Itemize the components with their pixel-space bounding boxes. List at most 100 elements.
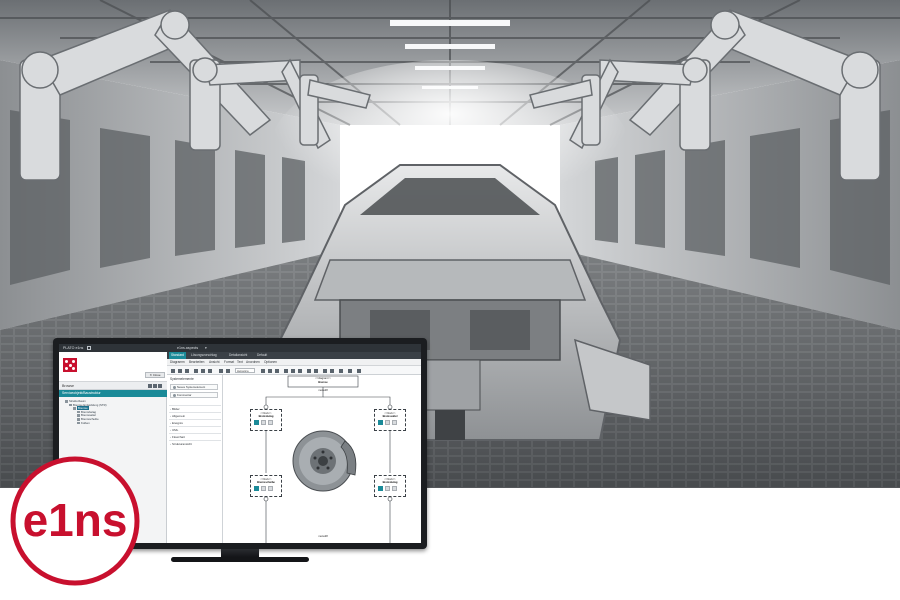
plus-icon	[172, 386, 176, 390]
menu-bearbeiten[interactable]: Bearbeiten	[189, 359, 204, 366]
font-select[interactable]: Helvetica	[235, 368, 255, 373]
folder-icon	[77, 414, 80, 417]
zoom-in-icon[interactable]	[201, 368, 205, 373]
italic-icon[interactable]	[226, 368, 230, 373]
zoom-out-icon[interactable]	[208, 368, 212, 373]
properties-icon[interactable]	[261, 420, 266, 425]
fill-color-icon[interactable]	[291, 368, 295, 373]
menu-bar: Diagramm Bearbeiten Ansicht Format Text …	[167, 359, 421, 366]
menu-ansicht[interactable]: Ansicht	[209, 359, 219, 366]
divider	[169, 405, 221, 406]
text-format-icon[interactable]	[268, 368, 272, 373]
panel-actions	[148, 384, 164, 388]
waypoint-icon[interactable]	[339, 368, 343, 373]
logo-text: e1ns	[23, 494, 128, 546]
apps-grid-icon[interactable]	[87, 346, 91, 350]
properties-icon[interactable]	[385, 486, 390, 491]
monitor-base	[171, 557, 309, 562]
plus-icon	[172, 394, 176, 398]
properties-icon[interactable]	[268, 420, 273, 425]
divider	[169, 433, 221, 434]
menu-text[interactable]: Text	[237, 359, 243, 366]
close-icon[interactable]	[378, 486, 383, 491]
tab-loesungsvorschlag[interactable]: Lösungsvorschlag	[189, 352, 219, 359]
marketing-banner: PLATO e1ns e1ns.aspects ▾ ✕ Close Browse…	[0, 0, 900, 600]
line-color-icon[interactable]	[298, 368, 302, 373]
app-top-bar: PLATO e1ns e1ns.aspects ▾	[59, 344, 421, 352]
properties-icon[interactable]	[392, 486, 397, 491]
tab-standard[interactable]: Standard	[169, 352, 186, 359]
root-name: Bremse	[318, 381, 328, 384]
undo-icon[interactable]	[171, 368, 175, 373]
shadow-icon[interactable]	[307, 368, 311, 373]
panel-title: Browse	[62, 384, 74, 388]
port-label-bottom: menu28	[318, 535, 328, 538]
diagram-connectors	[263, 375, 393, 543]
folder-icon	[73, 407, 76, 410]
fit-page-icon[interactable]	[194, 368, 198, 373]
divider	[169, 419, 221, 420]
diagram-canvas[interactable]: <<diagram>> Bremse menu28 <<block>> Brem…	[223, 375, 421, 543]
arrow-left-icon[interactable]	[323, 368, 327, 373]
close-icon[interactable]	[254, 420, 259, 425]
redo-icon[interactable]	[178, 368, 182, 373]
panel-header: Browse	[59, 382, 167, 390]
tree-item-label: Kolben	[81, 420, 90, 425]
close-icon[interactable]	[254, 486, 259, 491]
toolbar: Helvetica	[167, 366, 421, 375]
close-icon[interactable]	[378, 420, 383, 425]
palette-header: Systemelemente	[170, 377, 194, 381]
comment-button[interactable]: Kommentar	[170, 392, 218, 398]
comment-label: Kommentar	[177, 393, 192, 397]
category-strukturansicht[interactable]: Strukturansicht	[170, 442, 192, 446]
category-ereignis[interactable]: Ereignis	[170, 421, 183, 425]
document-title[interactable]: e1ns.aspects	[177, 344, 198, 352]
underline-icon[interactable]	[284, 368, 288, 373]
list-icon[interactable]	[275, 368, 279, 373]
diagram-block[interactable]: <<block>> Bremsscheibe	[250, 475, 282, 497]
logo-area: ✕ Close	[59, 352, 167, 382]
e1ns-app-logo-icon	[63, 358, 77, 372]
diagram-block[interactable]: <<block>> Bremsbelag	[374, 475, 406, 497]
properties-icon[interactable]	[261, 486, 266, 491]
properties-icon[interactable]	[392, 420, 397, 425]
text-align-icon[interactable]	[261, 368, 265, 373]
port-label-top: menu28	[318, 389, 328, 392]
plus-icon[interactable]	[348, 368, 352, 373]
category-bilder[interactable]: Bilder	[170, 407, 180, 411]
tab-detailansicht[interactable]: Detailansicht	[227, 352, 249, 359]
properties-icon[interactable]	[385, 420, 390, 425]
menu-optionen[interactable]: Optionen	[264, 359, 277, 366]
block-name: Bremsbelag	[382, 480, 398, 484]
monitor-stand	[221, 549, 259, 557]
folder-icon	[69, 403, 72, 407]
section-bar[interactable]: Serviceobjekt/Baustruktur	[59, 390, 167, 397]
category-allgemein[interactable]: Allgemein	[170, 414, 185, 418]
bold-icon[interactable]	[219, 368, 223, 373]
delete-icon[interactable]	[185, 368, 189, 373]
new-system-element-button[interactable]: Neues Systemelement	[170, 384, 218, 390]
app-title: PLATO e1ns	[63, 346, 84, 350]
format-panel-icon[interactable]	[357, 368, 361, 373]
menu-anordnen[interactable]: Anordnen	[246, 359, 260, 366]
chevron-down-icon[interactable]: ▾	[205, 344, 207, 352]
menu-format[interactable]: Format	[224, 359, 234, 366]
gear-icon[interactable]	[158, 384, 162, 388]
category-uml[interactable]: UML	[170, 428, 178, 432]
arrow-right-icon[interactable]	[330, 368, 334, 373]
close-button[interactable]: ✕ Close	[145, 372, 165, 378]
menu-diagramm[interactable]: Diagramm	[170, 359, 185, 366]
block-name: Bremsscheibe	[257, 480, 275, 484]
root-stereotype: <<diagram>>	[315, 377, 331, 380]
properties-icon[interactable]	[268, 486, 273, 491]
tab-default[interactable]: Default	[255, 352, 269, 359]
category-flowchart[interactable]: Flowchart	[170, 435, 185, 439]
tree-item[interactable]: Kolben	[77, 420, 90, 425]
divider	[169, 426, 221, 427]
diagram-block[interactable]: <<block>> Bremsbelag	[250, 409, 282, 431]
refresh-icon[interactable]	[153, 384, 157, 388]
connector-icon[interactable]	[314, 368, 318, 373]
folder-icon	[77, 418, 80, 421]
grid-view-icon[interactable]	[148, 384, 152, 388]
diagram-block[interactable]: <<block>> Bremssattel	[374, 409, 406, 431]
